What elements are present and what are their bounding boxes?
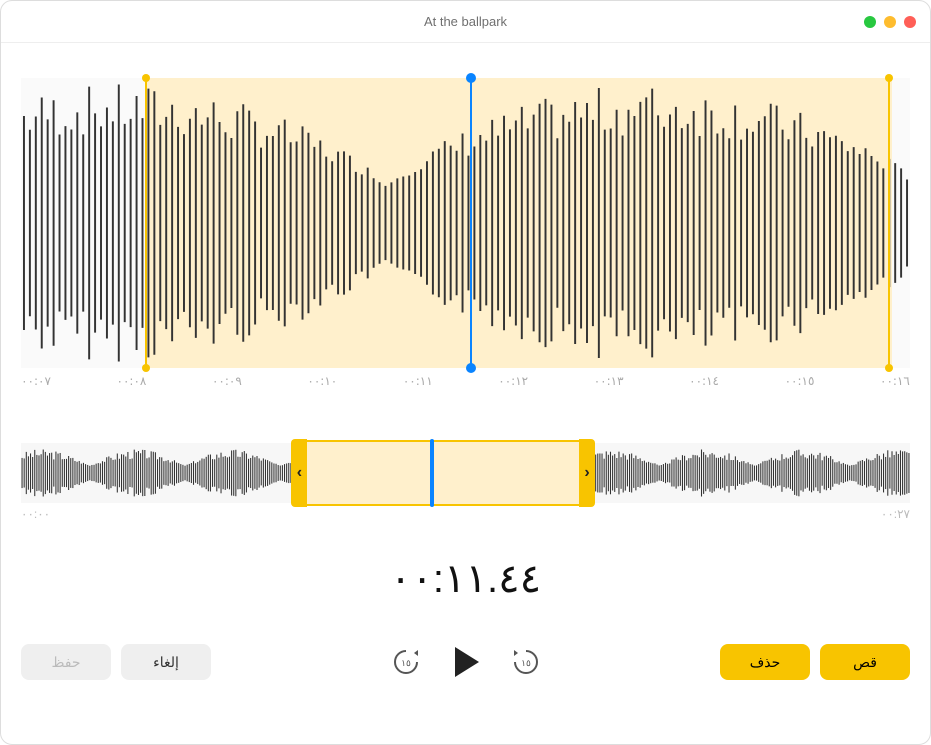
editor-content: ٠٠:١٦ ٠٠:١٥ ٠٠:١٤ ٠٠:١٣ ٠٠:١٢ ٠٠:١١ ٠٠:١٠ ٠٠:٠٩… xyxy=(1,43,930,702)
window-controls xyxy=(864,1,916,43)
play-button[interactable] xyxy=(446,642,486,682)
overview-end-time: ٠٠:٠٠ xyxy=(21,507,50,521)
voice-memo-edit-window: At the ballpark ٠٠:١٦٠٠:١٥٠٠:١٤٠٠:١٣٠٠:١… xyxy=(0,0,931,745)
current-time-display: ٠٠:١١.٤٤ xyxy=(21,556,910,602)
save-button[interactable]: حفظ xyxy=(21,644,111,680)
playhead-main[interactable] xyxy=(470,78,472,368)
svg-text:١٥: ١٥ xyxy=(401,658,411,668)
ruler-tick: ٠٠:١٦ xyxy=(880,374,910,388)
svg-text:١٥: ١٥ xyxy=(521,658,531,668)
waveform-main-svg xyxy=(21,78,910,368)
forward-15-icon: ١٥ xyxy=(391,647,421,677)
main-waveform[interactable] xyxy=(21,78,910,368)
play-icon xyxy=(451,645,481,679)
overview-time-ruler: ٠٠:٠٠ ٠٠:٢٧ xyxy=(21,507,910,521)
ruler-tick: ٠٠:٠٨ xyxy=(116,374,146,388)
delete-button[interactable]: حذف xyxy=(720,644,810,680)
overview-selection[interactable]: ‹ › xyxy=(305,440,581,506)
playback-controls: ١٥ ١٥ xyxy=(386,642,546,682)
playhead-overview[interactable] xyxy=(430,439,434,507)
save-cancel-buttons: حفظ إلغاء xyxy=(21,644,211,680)
ruler-tick: ٠٠:١١ xyxy=(403,374,433,388)
controls-bar: قص حذف ١٥ xyxy=(21,642,910,682)
ruler-tick: ٠٠:١٣ xyxy=(594,374,624,388)
titlebar: At the ballpark xyxy=(1,1,930,43)
ruler-tick: ٠٠:٠٩ xyxy=(212,374,242,388)
overview-handle-end[interactable]: › xyxy=(579,439,595,507)
rewind-15-button[interactable]: ١٥ xyxy=(506,642,546,682)
overview-waveform[interactable]: ‹ › xyxy=(21,443,910,503)
trim-button[interactable]: قص xyxy=(820,644,910,680)
minimize-icon[interactable] xyxy=(884,16,896,28)
zoom-icon[interactable] xyxy=(864,16,876,28)
ruler-tick: ٠٠:٠٧ xyxy=(21,374,51,388)
rewind-15-icon: ١٥ xyxy=(511,647,541,677)
window-title: At the ballpark xyxy=(424,14,507,29)
ruler-tick: ٠٠:١٤ xyxy=(689,374,719,388)
ruler-tick: ٠٠:١٢ xyxy=(498,374,528,388)
edit-action-buttons: قص حذف xyxy=(720,644,910,680)
cancel-button[interactable]: إلغاء xyxy=(121,644,211,680)
close-icon[interactable] xyxy=(904,16,916,28)
ruler-tick: ٠٠:١٥ xyxy=(785,374,815,388)
overview-start-time: ٠٠:٢٧ xyxy=(881,507,910,521)
trim-handle-start[interactable] xyxy=(145,78,147,368)
ruler-tick: ٠٠:١٠ xyxy=(307,374,337,388)
trim-handle-end[interactable] xyxy=(888,78,890,368)
main-time-ruler: ٠٠:١٦ ٠٠:١٥ ٠٠:١٤ ٠٠:١٣ ٠٠:١٢ ٠٠:١١ ٠٠:١٠ ٠٠:٠٩… xyxy=(21,368,910,398)
overview-handle-start[interactable]: ‹ xyxy=(291,439,307,507)
forward-15-button[interactable]: ١٥ xyxy=(386,642,426,682)
